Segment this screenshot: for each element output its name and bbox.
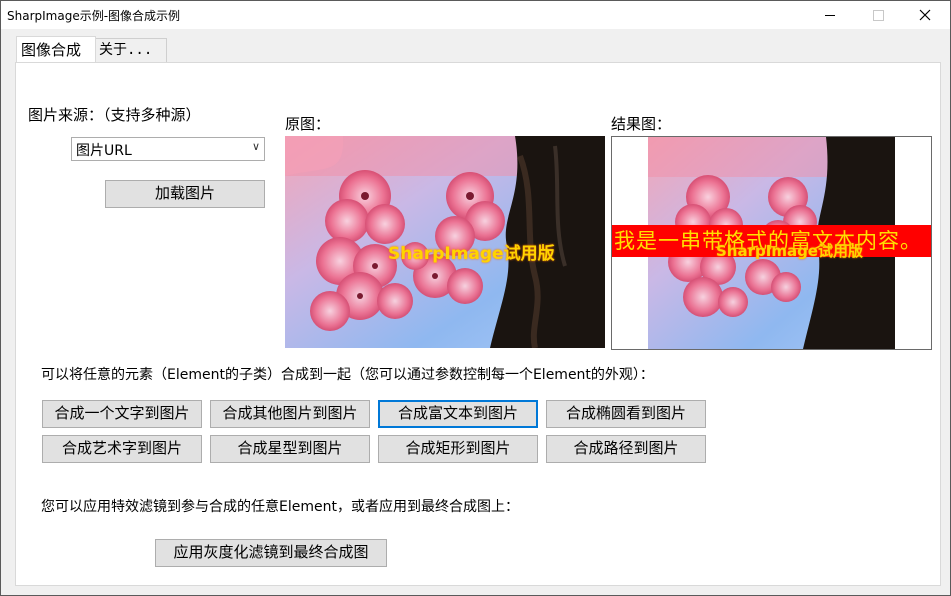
compose-text-button[interactable]: 合成一个文字到图片 [42, 400, 202, 428]
source-select[interactable]: 图片URL ∨ [71, 137, 265, 161]
compose-ellipse-button[interactable]: 合成椭圆看到图片 [546, 400, 706, 428]
original-label: 原图： [285, 115, 331, 133]
result-label: 结果图： [611, 115, 672, 133]
result-image: 我是一串带格式的富文本内容。 SharpImage试用版 [611, 136, 932, 350]
apply-grayscale-filter-button[interactable]: 应用灰度化滤镜到最终合成图 [155, 539, 387, 567]
minimize-button[interactable] [807, 1, 853, 29]
close-icon [919, 9, 931, 21]
chevron-down-icon: ∨ [251, 140, 260, 153]
minimize-icon [825, 15, 835, 16]
compose-arttext-button[interactable]: 合成艺术字到图片 [42, 435, 202, 463]
filter-description: 您可以应用特效滤镜到参与合成的任意Element，或者应用到最终合成图上： [41, 499, 519, 515]
window-title: SharpImage示例-图像合成示例 [7, 9, 181, 23]
load-image-button[interactable]: 加载图片 [105, 180, 265, 208]
maximize-button[interactable] [855, 1, 901, 29]
result-watermark: SharpImage试用版 [716, 242, 863, 260]
compose-path-button[interactable]: 合成路径到图片 [546, 435, 706, 463]
compose-description: 可以将任意的元素（Element的子类）合成到一起（您可以通过参数控制每一个El… [41, 367, 654, 383]
close-button[interactable] [902, 1, 948, 29]
compose-star-button[interactable]: 合成星型到图片 [210, 435, 370, 463]
title-bar: SharpImage示例-图像合成示例 [1, 1, 950, 29]
source-label: 图片来源：（支持多种源） [28, 106, 201, 124]
compose-richtext-button[interactable]: 合成富文本到图片 [378, 400, 538, 428]
compose-rectangle-button[interactable]: 合成矩形到图片 [378, 435, 538, 463]
tab-image-compose[interactable]: 图像合成 [16, 36, 96, 62]
source-select-value: 图片URL [76, 143, 132, 159]
maximize-icon [873, 10, 884, 21]
original-watermark: SharpImage试用版 [388, 244, 555, 264]
compose-image-button[interactable]: 合成其他图片到图片 [210, 400, 370, 428]
tab-about[interactable]: 关于... [94, 38, 167, 62]
original-image: SharpImage试用版 [285, 136, 605, 348]
